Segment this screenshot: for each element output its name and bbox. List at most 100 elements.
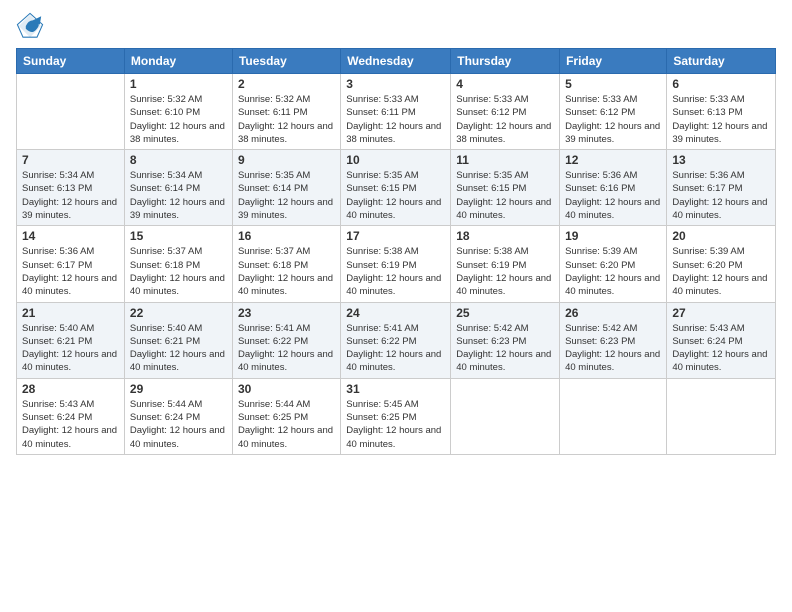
calendar-cell: 2 Sunrise: 5:32 AM Sunset: 6:11 PM Daylig… [232, 74, 340, 150]
day-number: 27 [672, 306, 770, 320]
weekday-header-saturday: Saturday [667, 49, 776, 74]
day-info: Sunrise: 5:32 AM Sunset: 6:11 PM Dayligh… [238, 93, 335, 146]
day-number: 23 [238, 306, 335, 320]
week-row-0: 1Sunrise: 5:32 AM Sunset: 6:10 PM Daylig… [17, 74, 776, 150]
day-info: Sunrise: 5:42 AM Sunset: 6:23 PM Dayligh… [456, 322, 554, 375]
calendar-cell: 3 Sunrise: 5:33 AM Sunset: 6:11 PM Daylig… [341, 74, 451, 150]
day-number: 4 [456, 77, 554, 91]
day-number: 9 [238, 153, 335, 167]
day-info: Sunrise: 5:42 AM Sunset: 6:23 PM Dayligh… [565, 322, 661, 375]
day-info: Sunrise: 5:33 AM Sunset: 6:12 PM Dayligh… [565, 93, 661, 146]
calendar-cell: 29Sunrise: 5:44 AM Sunset: 6:24 PM Dayli… [124, 378, 232, 454]
day-info: Sunrise: 5:44 AM Sunset: 6:25 PM Dayligh… [238, 398, 335, 451]
day-number: 15 [130, 229, 227, 243]
calendar-cell: 15 Sunrise: 5:37 AM Sunset: 6:18 PM Dayli… [124, 226, 232, 302]
day-info: Sunrise: 5:33 AM Sunset: 6:13 PM Dayligh… [672, 93, 770, 146]
day-number: 5 [565, 77, 661, 91]
day-info: Sunrise: 5:33 AM Sunset: 6:11 PM Dayligh… [346, 93, 445, 146]
calendar-cell: 9 Sunrise: 5:35 AM Sunset: 6:14 PM Daylig… [232, 150, 340, 226]
header [16, 12, 776, 40]
day-number: 18 [456, 229, 554, 243]
day-info: Sunrise: 5:40 AM Sunset: 6:21 PM Dayligh… [22, 322, 119, 375]
calendar-cell [17, 74, 125, 150]
day-number: 6 [672, 77, 770, 91]
day-info: Sunrise: 5:37 AM Sunset: 6:18 PM Dayligh… [238, 245, 335, 298]
logo-icon [16, 12, 44, 40]
calendar-cell [451, 378, 560, 454]
day-number: 3 [346, 77, 445, 91]
weekday-header-wednesday: Wednesday [341, 49, 451, 74]
day-number: 14 [22, 229, 119, 243]
day-info: Sunrise: 5:34 AM Sunset: 6:14 PM Dayligh… [130, 169, 227, 222]
day-info: Sunrise: 5:35 AM Sunset: 6:15 PM Dayligh… [456, 169, 554, 222]
day-number: 19 [565, 229, 661, 243]
day-info: Sunrise: 5:32 AM Sunset: 6:10 PM Dayligh… [130, 93, 227, 146]
day-info: Sunrise: 5:39 AM Sunset: 6:20 PM Dayligh… [565, 245, 661, 298]
day-info: Sunrise: 5:36 AM Sunset: 6:16 PM Dayligh… [565, 169, 661, 222]
day-number: 8 [130, 153, 227, 167]
week-row-2: 14 Sunrise: 5:36 AM Sunset: 6:17 PM Dayli… [17, 226, 776, 302]
calendar-cell: 12 Sunrise: 5:36 AM Sunset: 6:16 PM Dayli… [560, 150, 667, 226]
day-number: 24 [346, 306, 445, 320]
day-number: 31 [346, 382, 445, 396]
weekday-header-row: SundayMondayTuesdayWednesdayThursdayFrid… [17, 49, 776, 74]
day-number: 30 [238, 382, 335, 396]
calendar-cell: 11 Sunrise: 5:35 AM Sunset: 6:15 PM Dayli… [451, 150, 560, 226]
weekday-header-friday: Friday [560, 49, 667, 74]
day-number: 21 [22, 306, 119, 320]
day-info: Sunrise: 5:37 AM Sunset: 6:18 PM Dayligh… [130, 245, 227, 298]
day-info: Sunrise: 5:38 AM Sunset: 6:19 PM Dayligh… [346, 245, 445, 298]
day-number: 11 [456, 153, 554, 167]
day-number: 28 [22, 382, 119, 396]
day-info: Sunrise: 5:38 AM Sunset: 6:19 PM Dayligh… [456, 245, 554, 298]
calendar-cell: 14 Sunrise: 5:36 AM Sunset: 6:17 PM Dayli… [17, 226, 125, 302]
calendar-cell: 4Sunrise: 5:33 AM Sunset: 6:12 PM Daylig… [451, 74, 560, 150]
day-number: 17 [346, 229, 445, 243]
day-info: Sunrise: 5:36 AM Sunset: 6:17 PM Dayligh… [672, 169, 770, 222]
logo [16, 12, 46, 40]
week-row-4: 28Sunrise: 5:43 AM Sunset: 6:24 PM Dayli… [17, 378, 776, 454]
calendar-cell [560, 378, 667, 454]
calendar-cell [667, 378, 776, 454]
day-number: 22 [130, 306, 227, 320]
day-info: Sunrise: 5:36 AM Sunset: 6:17 PM Dayligh… [22, 245, 119, 298]
day-number: 13 [672, 153, 770, 167]
calendar-cell: 25 Sunrise: 5:42 AM Sunset: 6:23 PM Dayli… [451, 302, 560, 378]
weekday-header-sunday: Sunday [17, 49, 125, 74]
calendar-cell: 30 Sunrise: 5:44 AM Sunset: 6:25 PM Dayli… [232, 378, 340, 454]
day-number: 2 [238, 77, 335, 91]
calendar-cell: 13 Sunrise: 5:36 AM Sunset: 6:17 PM Dayli… [667, 150, 776, 226]
day-info: Sunrise: 5:43 AM Sunset: 6:24 PM Dayligh… [672, 322, 770, 375]
calendar-cell: 7Sunrise: 5:34 AM Sunset: 6:13 PM Daylig… [17, 150, 125, 226]
week-row-3: 21 Sunrise: 5:40 AM Sunset: 6:21 PM Dayli… [17, 302, 776, 378]
day-info: Sunrise: 5:35 AM Sunset: 6:15 PM Dayligh… [346, 169, 445, 222]
weekday-header-monday: Monday [124, 49, 232, 74]
day-info: Sunrise: 5:44 AM Sunset: 6:24 PM Dayligh… [130, 398, 227, 451]
day-info: Sunrise: 5:41 AM Sunset: 6:22 PM Dayligh… [238, 322, 335, 375]
calendar-cell: 5 Sunrise: 5:33 AM Sunset: 6:12 PM Daylig… [560, 74, 667, 150]
day-number: 16 [238, 229, 335, 243]
calendar-cell: 16 Sunrise: 5:37 AM Sunset: 6:18 PM Dayli… [232, 226, 340, 302]
week-row-1: 7Sunrise: 5:34 AM Sunset: 6:13 PM Daylig… [17, 150, 776, 226]
day-number: 25 [456, 306, 554, 320]
day-number: 20 [672, 229, 770, 243]
day-number: 26 [565, 306, 661, 320]
day-info: Sunrise: 5:35 AM Sunset: 6:14 PM Dayligh… [238, 169, 335, 222]
calendar-cell: 22 Sunrise: 5:40 AM Sunset: 6:21 PM Dayli… [124, 302, 232, 378]
calendar-table: SundayMondayTuesdayWednesdayThursdayFrid… [16, 48, 776, 455]
calendar-cell: 18 Sunrise: 5:38 AM Sunset: 6:19 PM Dayli… [451, 226, 560, 302]
day-info: Sunrise: 5:41 AM Sunset: 6:22 PM Dayligh… [346, 322, 445, 375]
calendar-cell: 24 Sunrise: 5:41 AM Sunset: 6:22 PM Dayli… [341, 302, 451, 378]
weekday-header-thursday: Thursday [451, 49, 560, 74]
calendar-cell: 20Sunrise: 5:39 AM Sunset: 6:20 PM Dayli… [667, 226, 776, 302]
calendar-cell: 31 Sunrise: 5:45 AM Sunset: 6:25 PM Dayli… [341, 378, 451, 454]
day-number: 10 [346, 153, 445, 167]
day-info: Sunrise: 5:45 AM Sunset: 6:25 PM Dayligh… [346, 398, 445, 451]
day-number: 12 [565, 153, 661, 167]
calendar-cell: 21 Sunrise: 5:40 AM Sunset: 6:21 PM Dayli… [17, 302, 125, 378]
calendar-cell: 26 Sunrise: 5:42 AM Sunset: 6:23 PM Dayli… [560, 302, 667, 378]
calendar-cell: 19 Sunrise: 5:39 AM Sunset: 6:20 PM Dayli… [560, 226, 667, 302]
calendar-cell: 1Sunrise: 5:32 AM Sunset: 6:10 PM Daylig… [124, 74, 232, 150]
weekday-header-tuesday: Tuesday [232, 49, 340, 74]
day-info: Sunrise: 5:40 AM Sunset: 6:21 PM Dayligh… [130, 322, 227, 375]
